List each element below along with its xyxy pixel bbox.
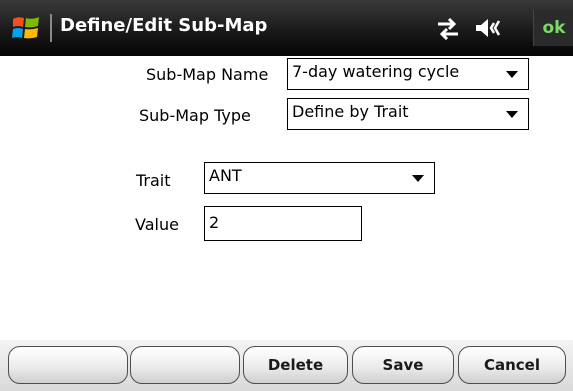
- cancel-button[interactable]: Cancel: [458, 346, 566, 384]
- title-bar: Define/Edit Sub-Map ok: [0, 0, 573, 56]
- title-separator: [50, 14, 52, 42]
- submap-name-value: 7-day watering cycle: [292, 62, 460, 81]
- value-input-text: 2: [209, 213, 220, 232]
- value-input[interactable]: 2: [204, 206, 362, 241]
- submap-type-label: Sub-Map Type: [139, 106, 251, 125]
- trait-label: Trait: [136, 171, 171, 190]
- delete-button[interactable]: Delete: [243, 346, 348, 384]
- chevron-down-icon: [506, 71, 518, 78]
- page-title: Define/Edit Sub-Map: [60, 15, 268, 36]
- trait-value: ANT: [209, 166, 242, 185]
- bottom-toolbar: Delete Save Cancel: [0, 340, 573, 391]
- windows-start-icon[interactable]: [10, 12, 42, 44]
- connectivity-icon[interactable]: [436, 18, 460, 40]
- submap-name-label: Sub-Map Name: [146, 65, 269, 84]
- trait-dropdown[interactable]: ANT: [204, 162, 435, 194]
- submap-type-value: Define by Trait: [292, 102, 409, 121]
- chevron-down-icon: [412, 175, 424, 182]
- volume-icon[interactable]: [474, 16, 504, 40]
- chevron-down-icon: [506, 111, 518, 118]
- softkey-blank-2[interactable]: [130, 346, 240, 384]
- softkey-blank-1[interactable]: [8, 346, 128, 384]
- ok-button[interactable]: ok: [533, 10, 573, 46]
- value-label: Value: [135, 215, 179, 234]
- save-button[interactable]: Save: [352, 346, 454, 384]
- submap-type-dropdown[interactable]: Define by Trait: [287, 98, 529, 130]
- submap-name-dropdown[interactable]: 7-day watering cycle: [287, 58, 529, 90]
